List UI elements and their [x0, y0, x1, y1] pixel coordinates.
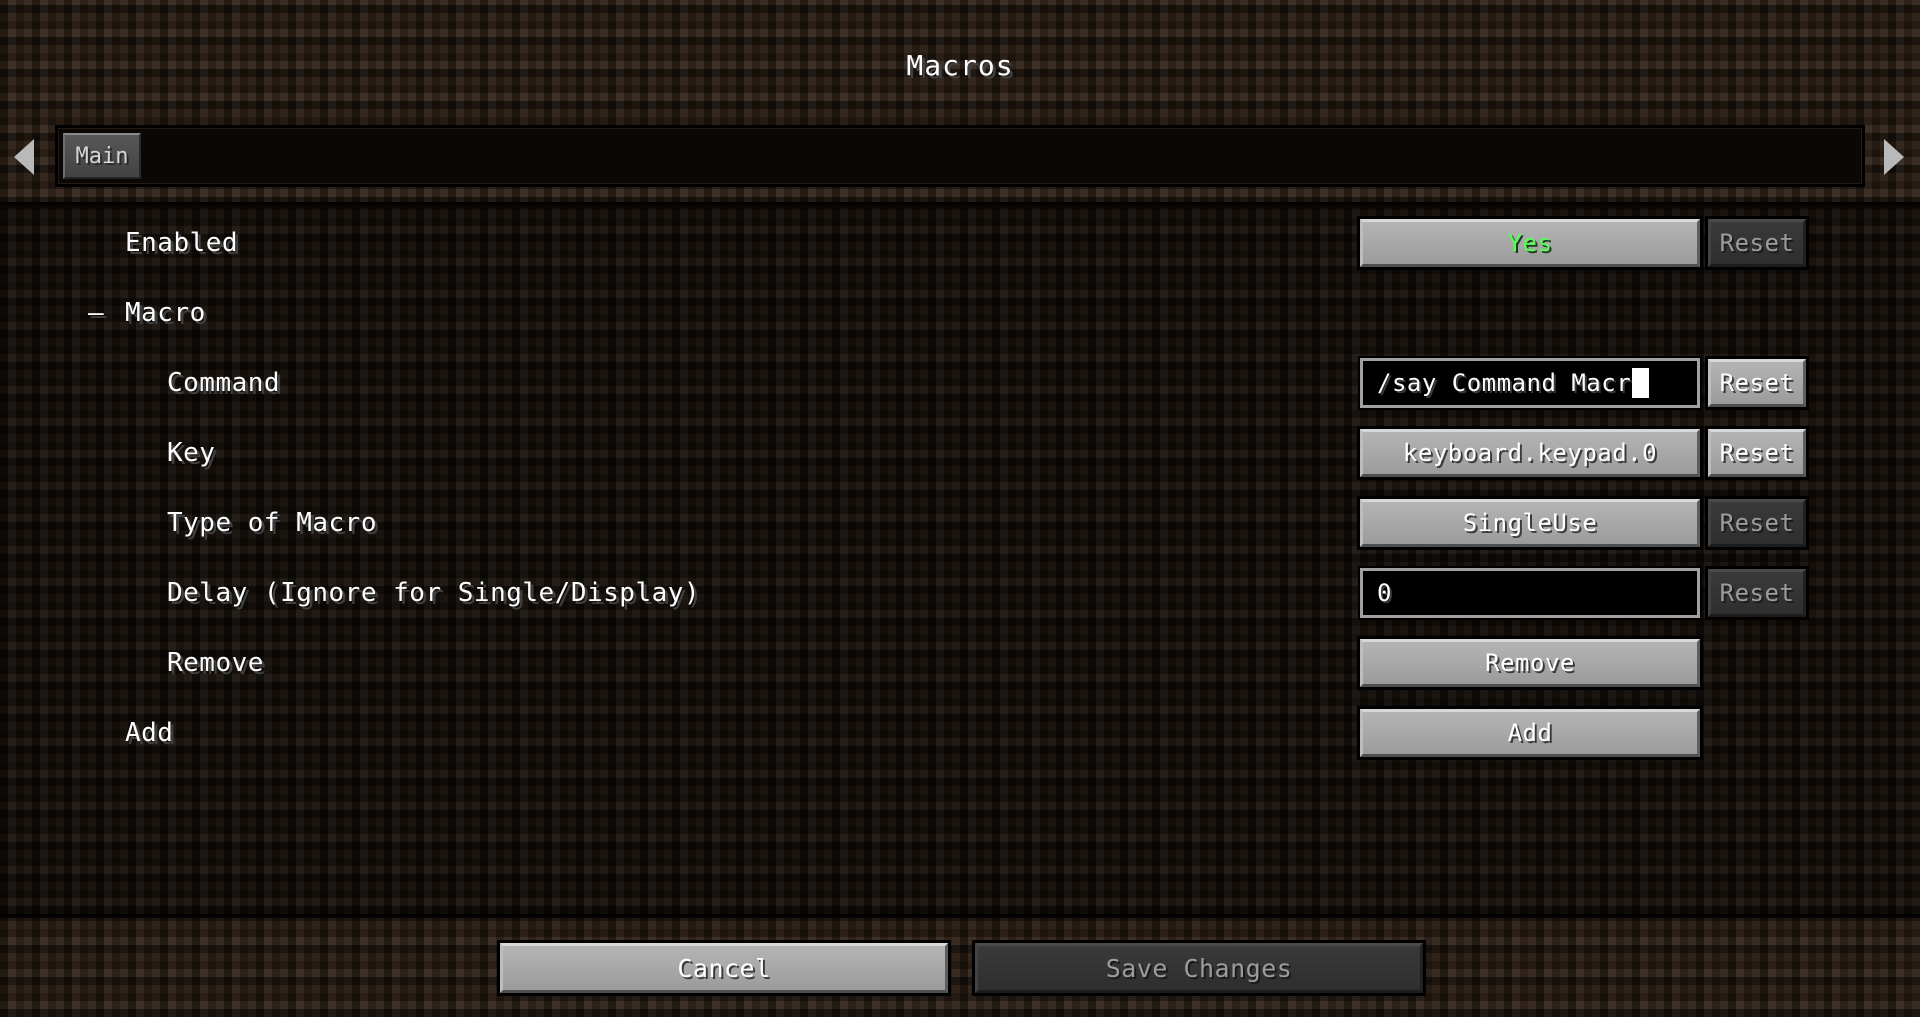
- action-button-label: Remove: [1485, 649, 1575, 677]
- tab-prev-arrow-button[interactable]: [10, 133, 40, 181]
- action-button[interactable]: Remove: [1357, 636, 1703, 690]
- reset-button-label: Reset: [1719, 229, 1795, 257]
- footer: Cancel Save Changes: [0, 918, 1920, 1017]
- value-text-input[interactable]: 0: [1358, 566, 1702, 620]
- save-changes-button[interactable]: Save Changes: [972, 940, 1426, 996]
- row-label: Add: [125, 718, 174, 748]
- text-cursor: [1632, 368, 1650, 398]
- tab-strip: [55, 125, 1865, 187]
- value-label: Yes: [1507, 229, 1553, 257]
- action-button-label: Add: [1507, 719, 1553, 747]
- reset-button-label: Reset: [1719, 369, 1795, 397]
- reset-button-label: Reset: [1719, 579, 1795, 607]
- row-label: Enabled: [125, 228, 239, 258]
- value-text-input[interactable]: /say Command Macr: [1358, 356, 1702, 410]
- tab-next-arrow-button[interactable]: [1880, 133, 1910, 181]
- value-toggle-button[interactable]: Yes: [1357, 216, 1703, 270]
- reset-button[interactable]: Reset: [1705, 356, 1809, 410]
- row-label: Type of Macro: [167, 508, 377, 538]
- action-button[interactable]: Add: [1357, 706, 1703, 760]
- cancel-button-label: Cancel: [677, 953, 771, 983]
- chevron-right-icon: [1884, 139, 1904, 175]
- header: Macros Main: [0, 0, 1920, 205]
- row-label: Delay (Ignore for Single/Display): [167, 578, 701, 608]
- reset-button-label: Reset: [1719, 439, 1795, 467]
- settings-list[interactable]: Enabled Yes Reset — Macro Command/say Command…: [0, 208, 1920, 914]
- save-changes-button-label: Save Changes: [1105, 953, 1293, 983]
- page-title: Macros: [906, 49, 1014, 82]
- reset-button-label: Reset: [1719, 509, 1795, 537]
- reset-button[interactable]: Reset: [1705, 426, 1809, 480]
- value-label: SingleUse: [1462, 509, 1598, 537]
- row-label: Macro: [125, 298, 206, 328]
- settings-row: Remove Remove: [0, 628, 1920, 698]
- reset-button[interactable]: Reset: [1705, 216, 1809, 270]
- settings-row: Command/say Command Macr Reset: [0, 348, 1920, 418]
- cancel-button[interactable]: Cancel: [497, 940, 951, 996]
- settings-row: Delay (Ignore for Single/Display) 0 Reset: [0, 558, 1920, 628]
- reset-button[interactable]: Reset: [1705, 496, 1809, 550]
- value-button[interactable]: keyboard.keypad.0: [1357, 426, 1703, 480]
- chevron-left-icon: [14, 139, 34, 175]
- value-text: /say Command Macr: [1377, 369, 1632, 397]
- settings-row: Key keyboard.keypad.0 Reset: [0, 418, 1920, 488]
- row-label: Remove: [167, 648, 264, 678]
- category-collapse-icon[interactable]: —: [88, 298, 104, 328]
- value-text: 0: [1377, 579, 1392, 607]
- value-label: keyboard.keypad.0: [1402, 439, 1658, 467]
- tab-main[interactable]: Main: [63, 133, 141, 179]
- row-label: Command: [167, 368, 281, 398]
- settings-row: Enabled Yes Reset: [0, 208, 1920, 278]
- tab-main-label: Main: [75, 143, 129, 169]
- reset-button[interactable]: Reset: [1705, 566, 1809, 620]
- settings-row: Add Add: [0, 698, 1920, 768]
- value-button[interactable]: SingleUse: [1357, 496, 1703, 550]
- settings-row: — Macro: [0, 278, 1920, 348]
- settings-row: Type of Macro SingleUse Reset: [0, 488, 1920, 558]
- row-label: Key: [167, 438, 216, 468]
